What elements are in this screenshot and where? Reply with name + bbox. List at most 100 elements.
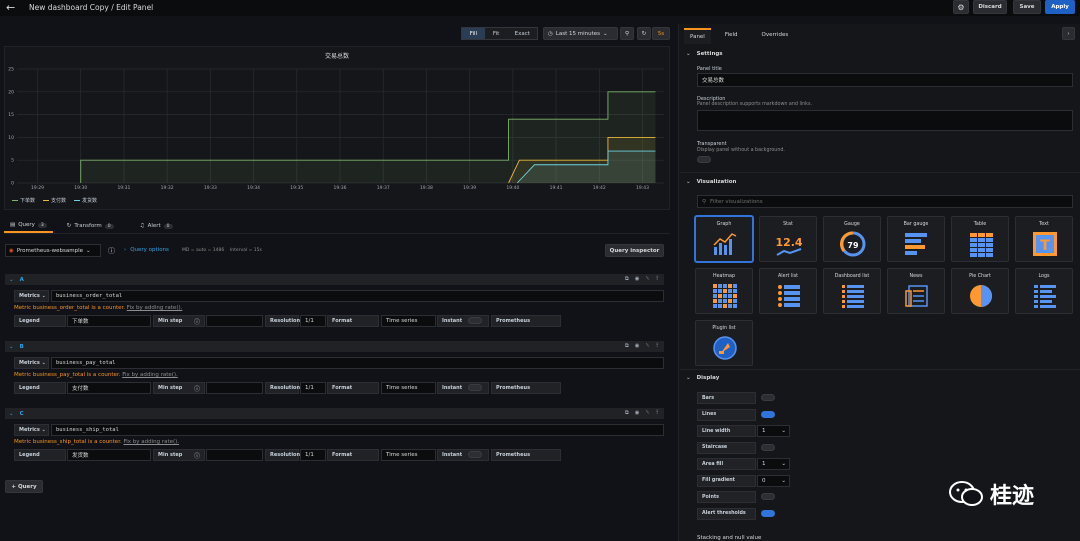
query-row-header[interactable]: ⌄ A ⧉ ◉ ␡ ⠇ xyxy=(5,274,664,285)
refresh-button[interactable]: ↻ xyxy=(637,27,651,40)
info-icon[interactable]: ⓘ xyxy=(108,246,115,256)
tab-field[interactable]: Field xyxy=(715,28,748,44)
trash-icon[interactable]: ␡ xyxy=(646,276,650,283)
viz-tile-news[interactable]: News xyxy=(887,268,945,314)
legend-input[interactable]: 发货数 xyxy=(67,449,151,461)
refresh-interval-select[interactable]: 5s xyxy=(652,27,670,40)
viz-tile-gauge[interactable]: Gauge 79 xyxy=(823,216,881,262)
discard-button[interactable]: Discard xyxy=(973,0,1007,14)
fill-button[interactable]: Fill xyxy=(462,28,485,39)
time-picker[interactable]: ◷ Last 15 minutes ⌄ xyxy=(543,27,618,40)
resolution-select[interactable]: 1/1 xyxy=(300,449,326,461)
fix-rate-link[interactable]: Fix by adding rate(). xyxy=(123,439,179,445)
collapse-options-button[interactable]: › xyxy=(1062,27,1075,40)
metric-query-input[interactable]: business_order_total xyxy=(51,290,664,302)
display-option-toggle[interactable] xyxy=(761,509,775,517)
trash-icon[interactable]: ␡ xyxy=(646,410,650,417)
tab-overrides[interactable]: Overrides xyxy=(752,28,799,44)
viz-tile-heatmap[interactable]: Heatmap xyxy=(695,268,753,314)
filter-visualizations-input[interactable]: ⚲ Filter visualizations xyxy=(697,195,1073,208)
viz-tile-table[interactable]: Table xyxy=(951,216,1009,262)
copy-icon[interactable]: ⧉ xyxy=(625,276,629,283)
trash-icon[interactable]: ␡ xyxy=(646,343,650,350)
metrics-dropdown[interactable]: Metrics ⌄ xyxy=(14,290,49,302)
display-option-select[interactable]: 1 ⌄ xyxy=(757,458,790,470)
legend-item[interactable]: 支付数 xyxy=(43,197,66,204)
fit-button[interactable]: Fit xyxy=(485,28,508,39)
metrics-dropdown[interactable]: Metrics ⌄ xyxy=(14,357,49,369)
format-select[interactable]: Time series xyxy=(381,382,436,394)
format-select[interactable]: Time series xyxy=(381,449,436,461)
instant-toggle[interactable] xyxy=(468,317,482,324)
eye-icon[interactable]: ◉ xyxy=(635,276,640,283)
datasource-select[interactable]: ◉ Prometheus-websample ⌄ xyxy=(5,244,101,257)
legend-input[interactable]: 支付数 xyxy=(67,382,151,394)
eye-icon[interactable]: ◉ xyxy=(635,410,640,417)
min-step-input[interactable] xyxy=(206,449,263,461)
viz-tile-text[interactable]: Text T xyxy=(1015,216,1073,262)
min-step-input[interactable] xyxy=(206,315,263,327)
query-options-toggle[interactable]: › Query options xyxy=(124,247,169,253)
resolution-select[interactable]: 1/1 xyxy=(300,382,326,394)
display-option-select[interactable]: 1 ⌄ xyxy=(757,425,790,437)
zoom-out-button[interactable]: ⚲ xyxy=(620,27,634,40)
save-button[interactable]: Save xyxy=(1013,0,1041,14)
display-option-toggle[interactable] xyxy=(761,443,775,451)
eye-icon[interactable]: ◉ xyxy=(635,343,640,350)
stacking-section-header[interactable]: Stacking and null value xyxy=(697,535,761,541)
viz-tile-plugin-list[interactable]: Plugin list xyxy=(695,320,753,366)
display-option-toggle[interactable] xyxy=(761,410,775,418)
viz-tile-dashboard-list[interactable]: Dashboard list xyxy=(823,268,881,314)
settings-button[interactable]: ⚙ xyxy=(953,0,969,14)
metric-query-input[interactable]: business_pay_total xyxy=(51,357,664,369)
query-row-header[interactable]: ⌄ C ⧉ ◉ ␡ ⠇ xyxy=(5,408,664,419)
instant-toggle[interactable] xyxy=(468,384,482,391)
display-section-header[interactable]: ⌄ Display xyxy=(686,375,719,381)
panel-title-input[interactable]: 交易总数 xyxy=(697,73,1073,87)
apply-button[interactable]: Apply xyxy=(1045,0,1075,14)
copy-icon[interactable]: ⧉ xyxy=(625,343,629,350)
metric-query-input[interactable]: business_ship_total xyxy=(51,424,664,436)
format-select[interactable]: Time series xyxy=(381,315,436,327)
display-option-toggle[interactable] xyxy=(761,394,775,401)
prometheus-link[interactable]: Prometheus xyxy=(491,449,561,461)
copy-icon[interactable]: ⧉ xyxy=(625,410,629,417)
min-step-info-icon[interactable]: ⓘ xyxy=(194,384,200,393)
prometheus-link[interactable]: Prometheus xyxy=(491,382,561,394)
resolution-select[interactable]: 1/1 xyxy=(300,315,326,327)
exact-button[interactable]: Exact xyxy=(507,28,537,39)
transparent-toggle[interactable] xyxy=(697,156,711,163)
settings-section-header[interactable]: ⌄ Settings xyxy=(686,51,723,57)
legend-input[interactable]: 下单数 xyxy=(67,315,151,327)
min-step-input[interactable] xyxy=(206,382,263,394)
metrics-dropdown[interactable]: Metrics ⌄ xyxy=(14,424,49,436)
drag-handle-icon[interactable]: ⠇ xyxy=(656,410,660,417)
back-arrow-icon[interactable]: ← xyxy=(6,1,18,14)
viz-tile-stat[interactable]: Stat 12.4 xyxy=(759,216,817,262)
legend-item[interactable]: 下单数 xyxy=(12,197,35,204)
display-option-select[interactable]: 0 ⌄ xyxy=(757,474,790,487)
tab-transform[interactable]: ↻ Transform 0 xyxy=(55,219,126,233)
tab-query[interactable]: ▤ Query 3 xyxy=(4,219,53,233)
visualization-section-header[interactable]: ⌄ Visualization xyxy=(686,179,736,185)
fix-rate-link[interactable]: Fix by adding rate(). xyxy=(122,372,178,378)
query-row-header[interactable]: ⌄ B ⧉ ◉ ␡ ⠇ xyxy=(5,341,664,352)
display-option-toggle[interactable] xyxy=(761,493,775,500)
tab-panel[interactable]: Panel xyxy=(684,28,711,44)
viz-tile-bar-gauge[interactable]: Bar gauge xyxy=(887,216,945,262)
viz-tile-graph[interactable]: Graph xyxy=(695,216,753,262)
viz-tile-logs[interactable]: Logs xyxy=(1015,268,1073,314)
prometheus-link[interactable]: Prometheus xyxy=(491,315,561,327)
min-step-info-icon[interactable]: ⓘ xyxy=(194,451,200,460)
drag-handle-icon[interactable]: ⠇ xyxy=(656,276,660,283)
viz-tile-pie-chart[interactable]: Pie Chart xyxy=(951,268,1009,314)
legend-item[interactable]: 发货数 xyxy=(74,197,97,204)
fix-rate-link[interactable]: Fix by adding rate(). xyxy=(127,305,183,311)
viz-tile-alert-list[interactable]: Alert list xyxy=(759,268,817,314)
instant-toggle[interactable] xyxy=(468,451,482,458)
drag-handle-icon[interactable]: ⠇ xyxy=(656,343,660,350)
tab-alert[interactable]: ♫ Alert 0 xyxy=(128,219,185,233)
description-textarea[interactable] xyxy=(697,110,1073,131)
query-inspector-button[interactable]: Query inspector xyxy=(605,244,664,257)
min-step-info-icon[interactable]: ⓘ xyxy=(194,317,200,326)
